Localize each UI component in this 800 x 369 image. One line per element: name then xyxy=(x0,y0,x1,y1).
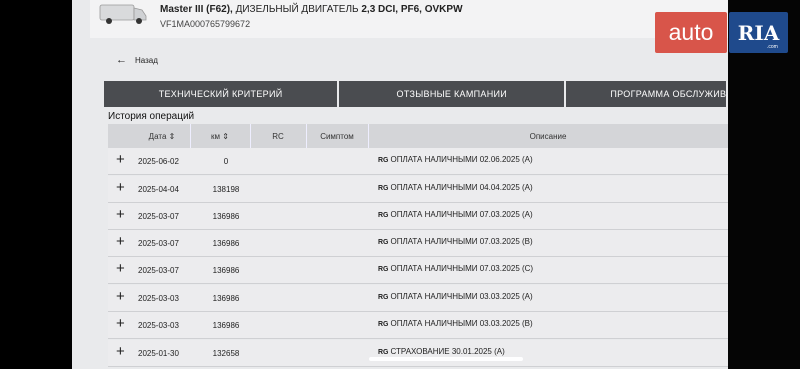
expand-plus-icon[interactable]: + xyxy=(116,234,125,250)
app-screen: Master III (F62), ДИЗЕЛЬНЫЙ ДВИГАТЕЛЬ 2,… xyxy=(72,0,728,369)
row-tag: RG xyxy=(378,321,389,328)
column-header-symptom: Симптом xyxy=(306,124,369,148)
auto-ria-logo: auto RIA .com xyxy=(655,12,788,53)
row-km: 132658 xyxy=(212,349,240,358)
table-row[interactable]: +2025-01-30 132658 RG СТРАХОВАНИЕ 30.01.202… xyxy=(108,340,728,367)
row-km: 138198 xyxy=(212,185,240,194)
row-date: 2025-03-07 xyxy=(138,266,179,275)
table-row[interactable]: +2025-03-03 136986 RG ОПЛАТА НАЛИЧНЫМИ 03.0… xyxy=(108,312,728,339)
row-date: 2025-03-07 xyxy=(138,212,179,221)
tab-service-program[interactable]: ПРОГРАММА ОБСЛУЖИВАН xyxy=(566,81,726,107)
column-header-description: Описание xyxy=(529,131,567,141)
row-description-text: ОПЛАТА НАЛИЧНЫМИ 03.03.2025 (B) xyxy=(390,319,533,328)
back-label: Назад xyxy=(135,55,158,65)
sort-icon: ⇕ xyxy=(222,131,229,141)
tab-bar: ТЕХНИЧЕСКИЙ КРИТЕРИЙ ОТЗЫВНЫЕ КАМПАНИИ П… xyxy=(104,81,728,107)
row-km: 136986 xyxy=(212,266,240,275)
vehicle-header: Master III (F62), ДИЗЕЛЬНЫЙ ДВИГАТЕЛЬ 2,… xyxy=(90,0,728,38)
tab-recall-campaigns[interactable]: ОТЗЫВНЫЕ КАМПАНИИ xyxy=(339,81,565,107)
row-description-text: ОПЛАТА НАЛИЧНЫМИ 07.03.2025 (A) xyxy=(390,210,533,219)
row-date: 2025-03-03 xyxy=(138,294,179,303)
row-tag: RG xyxy=(378,349,389,356)
section-title: История операций xyxy=(108,111,195,122)
row-tag: RG xyxy=(378,294,389,301)
row-description: RG ОПЛАТА НАЛИЧНЫМИ 03.03.2025 (B) xyxy=(378,319,533,328)
row-tag: RG xyxy=(378,212,389,219)
row-km: 136986 xyxy=(212,294,240,303)
row-description: RG ОПЛАТА НАЛИЧНЫМИ 07.03.2025 (B) xyxy=(378,237,533,246)
row-tag: RG xyxy=(378,185,389,192)
row-description-text: СТРАХОВАНИЕ 30.01.2025 (A) xyxy=(390,347,505,356)
row-description-text: ОПЛАТА НАЛИЧНЫМИ 02.06.2025 (A) xyxy=(390,155,533,164)
row-description-text: ОПЛАТА НАЛИЧНЫМИ 04.04.2025 (A) xyxy=(390,183,533,192)
row-description: RG ОПЛАТА НАЛИЧНЫМИ 07.03.2025 (A) xyxy=(378,210,533,219)
expand-plus-icon[interactable]: + xyxy=(116,316,125,332)
row-date: 2025-03-07 xyxy=(138,239,179,248)
expand-plus-icon[interactable]: + xyxy=(116,180,125,196)
row-description: RG СТРАХОВАНИЕ 30.01.2025 (A) xyxy=(378,347,505,356)
expand-plus-icon[interactable]: + xyxy=(116,344,125,360)
row-date: 2025-03-03 xyxy=(138,321,179,330)
row-description-text: ОПЛАТА НАЛИЧНЫМИ 03.03.2025 (A) xyxy=(390,292,533,301)
row-description: RG ОПЛАТА НАЛИЧНЫМИ 07.03.2025 (C) xyxy=(378,264,533,273)
row-km: 0 xyxy=(223,157,229,166)
expand-plus-icon[interactable]: + xyxy=(116,207,125,223)
row-description-text: ОПЛАТА НАЛИЧНЫМИ 07.03.2025 (C) xyxy=(390,264,534,273)
table-row[interactable]: +2025-04-04 138198 RG ОПЛАТА НАЛИЧНЫМИ 04.0… xyxy=(108,176,728,203)
row-tag: RG xyxy=(378,266,389,273)
row-km: 136986 xyxy=(212,212,240,221)
row-description: RG ОПЛАТА НАЛИЧНЫМИ 04.04.2025 (A) xyxy=(378,183,533,192)
expand-plus-icon[interactable]: + xyxy=(116,152,125,168)
table-row[interactable]: +2025-03-07 136986 RG ОПЛАТА НАЛИЧНЫМИ 07.0… xyxy=(108,230,728,257)
arrow-left-icon: ← xyxy=(116,54,127,66)
column-header-km[interactable]: км ⇕ xyxy=(190,124,251,148)
vehicle-model: Master III (F62), ДИЗЕЛЬНЫЙ ДВИГАТЕЛЬ 2,… xyxy=(160,4,463,15)
row-date: 2025-04-04 xyxy=(138,185,179,194)
row-description-text: ОПЛАТА НАЛИЧНЫМИ 07.03.2025 (B) xyxy=(390,237,533,246)
logo-auto-text: auto xyxy=(655,12,727,53)
expand-plus-icon[interactable]: + xyxy=(116,289,125,305)
tab-technical-criteria[interactable]: ТЕХНИЧЕСКИЙ КРИТЕРИЙ xyxy=(104,81,338,107)
table-row[interactable]: +2025-06-02 0 RG ОПЛАТА НАЛИЧНЫМИ 02.06.202… xyxy=(108,148,728,175)
column-header-date[interactable]: Дата ⇕ xyxy=(134,124,191,148)
row-description: RG ОПЛАТА НАЛИЧНЫМИ 02.06.2025 (A) xyxy=(378,155,533,164)
table-row[interactable]: +2025-03-07 136986 RG ОПЛАТА НАЛИЧНЫМИ 07.0… xyxy=(108,203,728,230)
table-header: Дата ⇕ км ⇕ RC Симптом Описание xyxy=(108,124,728,148)
row-description: RG ОПЛАТА НАЛИЧНЫМИ 03.03.2025 (A) xyxy=(378,292,533,301)
right-dark-edge xyxy=(728,0,800,369)
van-icon xyxy=(99,4,147,24)
vehicle-vin: VF1MA000765799672 xyxy=(160,19,251,29)
table-row[interactable]: +2025-03-03 136986 RG ОПЛАТА НАЛИЧНЫМИ 03.0… xyxy=(108,285,728,312)
row-date: 2025-01-30 xyxy=(138,349,179,358)
logo-domain-text: .com xyxy=(767,44,778,50)
row-date: 2025-06-02 xyxy=(138,157,179,166)
table-row[interactable]: +2025-03-07 136986 RG ОПЛАТА НАЛИЧНЫМИ 07.0… xyxy=(108,257,728,284)
logo-ria-text: RIA xyxy=(729,12,788,53)
row-km: 136986 xyxy=(212,321,240,330)
row-km: 136986 xyxy=(212,239,240,248)
column-header-rc: RC xyxy=(250,124,307,148)
expand-plus-icon[interactable]: + xyxy=(116,261,125,277)
sort-icon: ⇕ xyxy=(168,131,176,141)
back-button[interactable]: ← Назад xyxy=(116,54,158,66)
row-tag: RG xyxy=(378,239,389,246)
row-tag: RG xyxy=(378,157,389,164)
scroll-indicator[interactable] xyxy=(369,357,523,361)
